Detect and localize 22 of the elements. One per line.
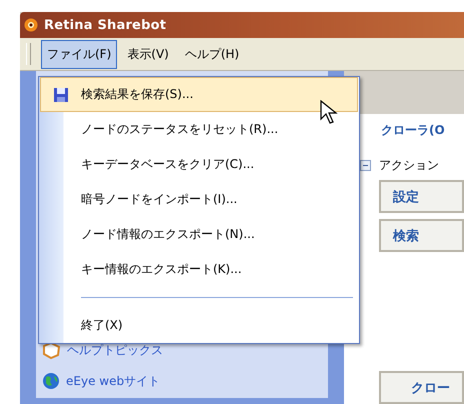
section-title: アクション bbox=[379, 157, 439, 174]
globe-icon bbox=[42, 372, 60, 390]
menu-item[interactable]: キーデータベースをクリア(C)... bbox=[40, 147, 358, 182]
sidebar-link[interactable]: eEye webサイト bbox=[42, 372, 160, 390]
menu-item[interactable]: 検索結果を保存(S)... bbox=[40, 77, 358, 112]
menu-item[interactable]: 暗号ノードをインポート(I)... bbox=[40, 182, 358, 217]
mouse-cursor-icon bbox=[320, 100, 338, 125]
menu-item[interactable]: キー情報のエクスポート(K)... bbox=[40, 252, 358, 287]
action-button[interactable]: クロー bbox=[379, 371, 464, 404]
sidebar-link[interactable]: ヘルプトピックス bbox=[42, 341, 163, 360]
menu-item[interactable]: 終了(X) bbox=[40, 308, 358, 343]
menu-item[interactable]: 表示(V) bbox=[121, 40, 175, 68]
app-logo-icon bbox=[24, 18, 38, 32]
window-title: Retina Sharebot bbox=[44, 18, 166, 32]
menu-item[interactable]: ノードのステータスをリセット(R)... bbox=[40, 112, 358, 147]
action-button[interactable]: 設定 bbox=[379, 180, 464, 213]
action-button[interactable]: 検索 bbox=[379, 219, 464, 252]
panel-heading: クローラ(O bbox=[381, 122, 446, 139]
collapse-icon[interactable] bbox=[360, 160, 371, 171]
menu-item[interactable]: ファイル(F) bbox=[41, 40, 118, 68]
menu-item[interactable]: ヘルプ(H) bbox=[178, 40, 246, 68]
menu-item[interactable]: ノード情報のエクスポート(N)... bbox=[40, 217, 358, 252]
